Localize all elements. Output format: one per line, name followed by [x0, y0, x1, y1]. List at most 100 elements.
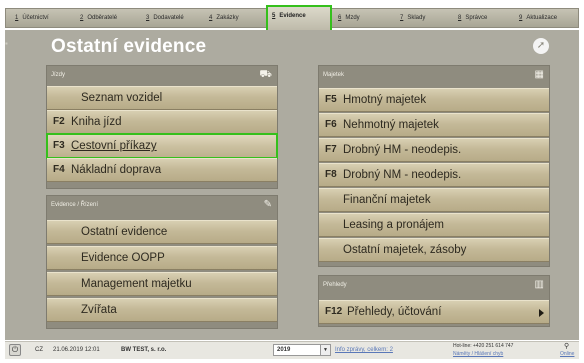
item-label: Evidence OOPP [81, 252, 165, 264]
item-label: Nákladní doprava [71, 164, 162, 176]
section-header: Majetek ▦ [319, 66, 549, 84]
tab-label: Odběratelé [87, 15, 118, 21]
building-icon: ▦ [534, 69, 544, 80]
shortcut-key: F4 [53, 164, 65, 175]
tab-number: 6 [338, 15, 342, 21]
item-label: Drobný HM - neodepis. [343, 144, 462, 156]
section-header: Evidence / Řízení ✎ [47, 196, 277, 214]
shortcut-key: F3 [53, 140, 65, 151]
page-title: Ostatní evidence [51, 36, 207, 57]
item-label: Hmotný majetek [343, 94, 427, 106]
menu-item-kniha-jizd[interactable]: F2 Kniha jízd [47, 110, 277, 134]
menu-item-financni-majetek[interactable]: Finanční majetek [319, 188, 549, 212]
section-evidence: Evidence / Řízení ✎ Ostatní evidence Evi… [46, 195, 278, 329]
tab-label: Dodavatelé [153, 15, 184, 21]
menu-item-hmotny-majetek[interactable]: F5 Hmotný majetek [319, 88, 549, 112]
item-label: Management majetku [81, 278, 192, 290]
year-value: 2019 [277, 347, 291, 353]
tab-number: 4 [209, 15, 213, 21]
menu-item-ostatni-majetek[interactable]: Ostatní majetek, zásoby [319, 238, 549, 262]
language-indicator: CZ [35, 347, 43, 353]
section-prehledy: Přehledy ▥ F12 Přehledy, účtování [318, 275, 550, 327]
section-title: Přehledy [323, 282, 347, 288]
section-header: Jízdy ⛟ [47, 66, 277, 84]
shortcut-key: F12 [325, 306, 343, 317]
menu-item-nakladni-doprava[interactable]: F4 Nákladní doprava [47, 158, 277, 182]
submenu-arrow-icon [539, 309, 544, 317]
section-title: Evidence / Řízení [51, 202, 99, 208]
tab-mzdy[interactable]: 6 Mzdy [338, 11, 360, 25]
tab-evidence-label: 5 Evidence [272, 13, 306, 19]
section-header: Přehledy ▥ [319, 276, 549, 294]
tab-ucetnictvi[interactable]: 1 Účetnictví [15, 11, 49, 25]
item-label: Drobný NM - neodepis. [343, 169, 462, 181]
tab-label: Účetnictví [22, 15, 49, 21]
item-label: Leasing a pronájem [343, 219, 445, 231]
shortcut-key: F5 [325, 94, 337, 105]
online-link[interactable]: Online [560, 351, 574, 357]
hotline-text: Hot-line: +420 251 614 747 [453, 343, 514, 349]
company-name: BW TEST, s. r.o. [121, 347, 167, 353]
shortcut-key: F2 [53, 116, 65, 127]
menu-item-leasing[interactable]: Leasing a pronájem [319, 213, 549, 237]
tab-label: Sklady [407, 15, 426, 21]
section-title: Majetek [323, 72, 345, 78]
tab-label: Mzdy [345, 15, 360, 21]
tab-number: 3 [146, 15, 150, 21]
tab-number: 1 [15, 15, 19, 21]
logo-icon[interactable]: ➚ [533, 38, 549, 54]
truck-icon: ⛟ [259, 69, 272, 80]
menu-item-management-majetku[interactable]: Management majetku [47, 272, 277, 296]
section-jizdy: Jízdy ⛟ Seznam vozidel F2 Kniha jízd F3 … [46, 65, 278, 189]
item-label: Přehledy, účtování [347, 306, 442, 318]
tab-label: Správce [465, 15, 488, 21]
menu-item-drobny-hm[interactable]: F7 Drobný HM - neodepis. [319, 138, 549, 162]
tab-evidence[interactable]: 5 Evidence [266, 5, 332, 33]
shortcut-key: F8 [325, 169, 337, 180]
item-label: Kniha jízd [71, 116, 122, 128]
menu-item-evidence-oopp[interactable]: Evidence OOPP [47, 246, 277, 270]
section-majetek: Majetek ▦ F5 Hmotný majetek F6 Nehmotný … [318, 65, 550, 267]
shortcut-key: F7 [325, 144, 337, 155]
item-label: Ostatní evidence [81, 226, 168, 238]
item-label: Ostatní majetek, zásoby [343, 244, 467, 256]
item-label: Cestovní příkazy [71, 140, 157, 152]
menu-item-ostatni-evidence[interactable]: Ostatní evidence [47, 220, 277, 244]
pencil-icon: ✎ [263, 199, 272, 210]
bar-chart-icon: ▥ [534, 279, 544, 290]
tab-number: 7 [400, 15, 404, 21]
feedback-link[interactable]: Náměty / Hlášení chyb [453, 351, 503, 357]
tab-aktualizace[interactable]: 9 Aktualizace [519, 11, 557, 25]
item-label: Seznam vozidel [81, 92, 163, 104]
tab-dodavatele[interactable]: 3 Dodavatelé [146, 11, 184, 25]
info-messages-link[interactable]: Info zprávy, celkem: 2 [335, 347, 393, 353]
main-panel: ▪ Ostatní evidence ➚ Jízdy ⛟ Seznam vozi… [5, 30, 579, 340]
item-label: Nehmotný majetek [343, 119, 439, 131]
section-title: Jízdy [51, 72, 66, 78]
tab-label: Zakázky [216, 15, 239, 21]
menu-item-cestovni-prikazy[interactable]: F3 Cestovní příkazy [46, 133, 278, 159]
tab-number: 9 [519, 15, 523, 21]
power-icon[interactable]: ⏻ [9, 344, 21, 356]
tab-sklady[interactable]: 7 Sklady [400, 11, 425, 25]
tab-number: 2 [80, 15, 84, 21]
tab-spravce[interactable]: 8 Správce [458, 11, 487, 25]
tab-label: Aktualizace [526, 15, 558, 21]
year-select[interactable]: 2019 ▼ [273, 344, 331, 356]
menu-item-nehmotny-majetek[interactable]: F6 Nehmotný majetek [319, 113, 549, 137]
tab-zakazky[interactable]: 4 Zakázky [209, 11, 239, 25]
item-label: Finanční majetek [343, 194, 431, 206]
datetime-label: 21.06.2019 12:01 [53, 347, 100, 353]
tab-number: 8 [458, 15, 462, 21]
side-marker-icon: ▪ [5, 39, 8, 48]
item-label: Zvířata [81, 304, 117, 316]
status-bar: ⏻ CZ 21.06.2019 12:01 BW TEST, s. r.o. 2… [5, 341, 579, 359]
chevron-down-icon[interactable]: ▼ [320, 345, 330, 355]
menu-item-drobny-nm[interactable]: F8 Drobný NM - neodepis. [319, 163, 549, 187]
menu-item-zvirata[interactable]: Zvířata [47, 298, 277, 322]
menu-item-seznam-vozidel[interactable]: Seznam vozidel [47, 86, 277, 110]
tab-odberatele[interactable]: 2 Odběratelé [80, 11, 117, 25]
menu-item-prehledy-uctovani[interactable]: F12 Přehledy, účtování [319, 300, 549, 324]
shortcut-key: F6 [325, 119, 337, 130]
online-icon: ⚲ [564, 343, 570, 350]
